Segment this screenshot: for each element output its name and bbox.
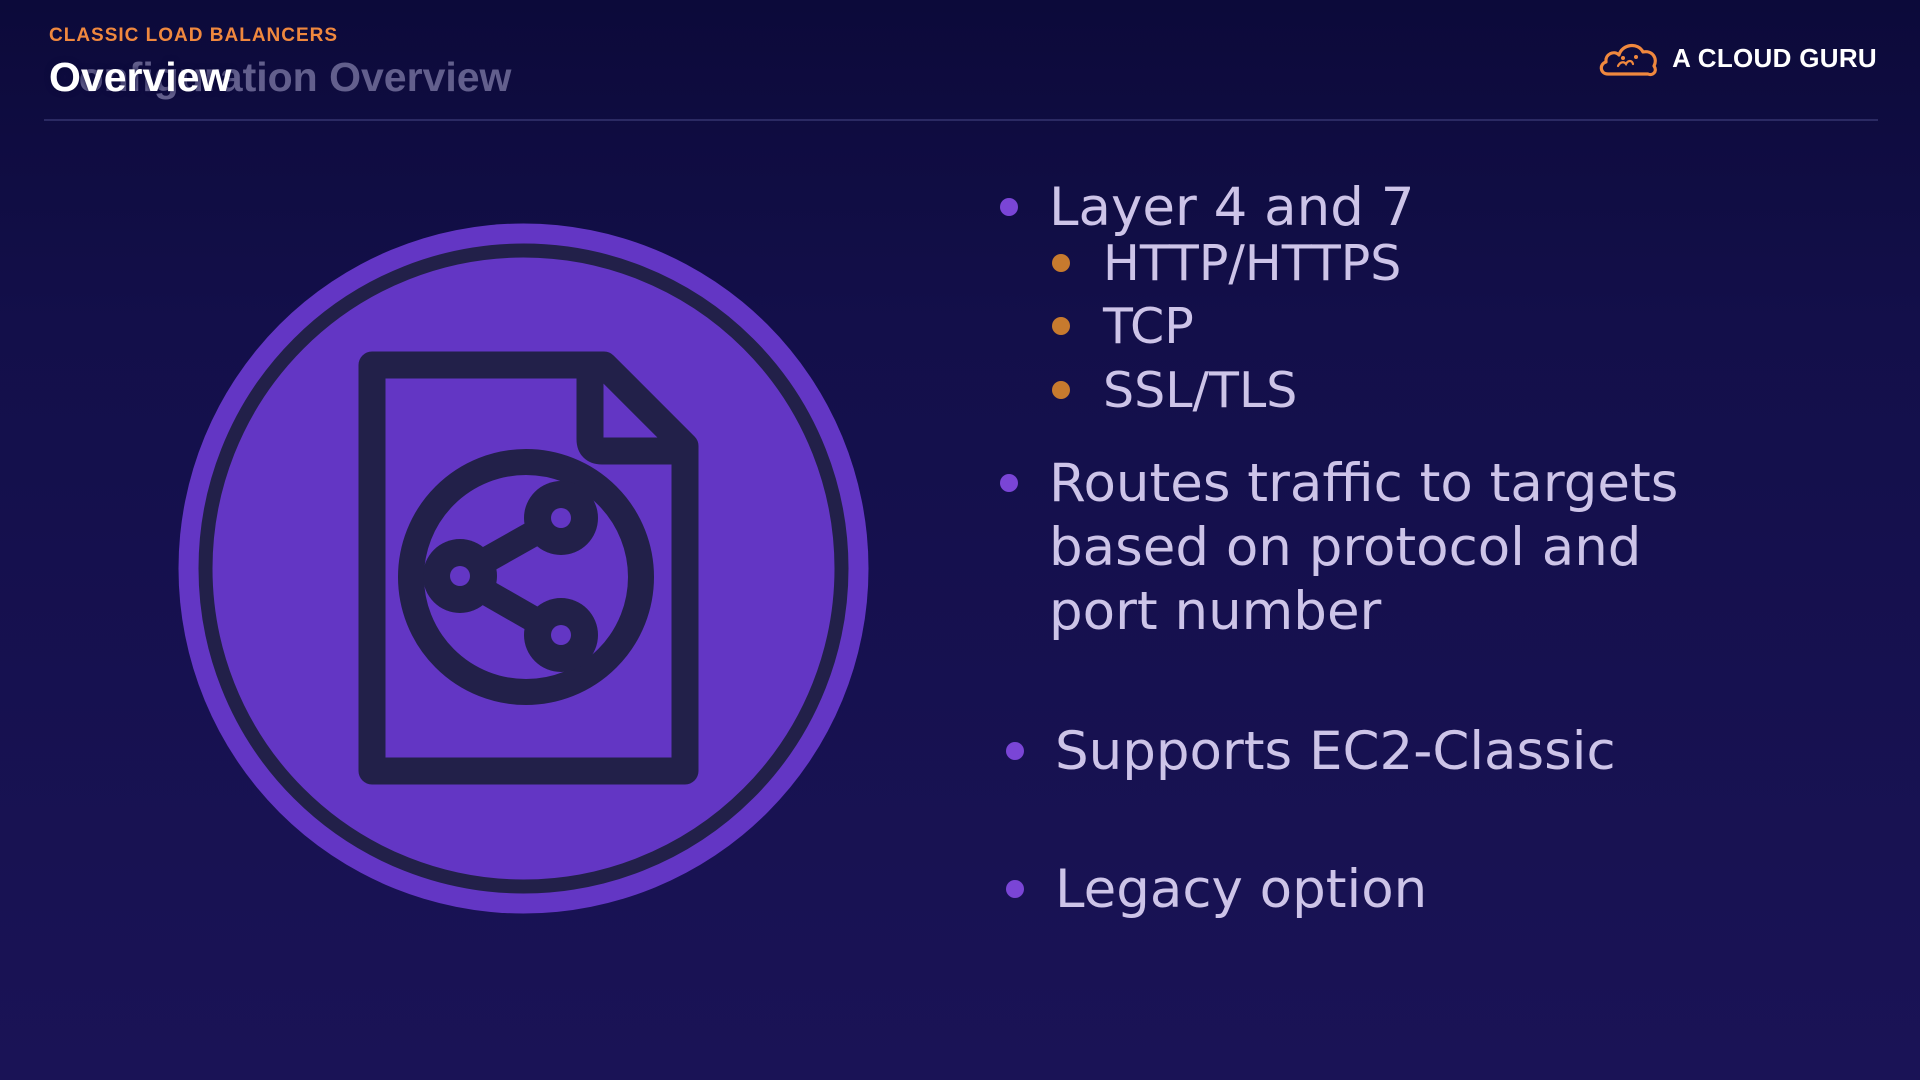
bullet-dot: [1000, 198, 1018, 216]
sub-bullet-dot: [1052, 317, 1070, 335]
bullet-text: Layer 4 and 7: [1049, 177, 1415, 238]
bullet-text-line: based on protocol and: [1049, 517, 1642, 578]
bullet-text: Supports EC2-Classic: [1055, 721, 1616, 782]
sub-bullet-dot: [1052, 381, 1070, 399]
sub-bullet-dot: [1052, 254, 1070, 272]
header-divider: [44, 119, 1878, 121]
page-title: Overview: [49, 54, 232, 100]
bullet-list: Layer 4 and 7 HTTP/HTTPS TCP SSL/TLS Rou…: [1000, 160, 1880, 960]
sub-bullet-http-https: HTTP/HTTPS: [1052, 234, 1401, 294]
sub-bullet-tcp: TCP: [1052, 297, 1194, 357]
sub-bullet-ssl-tls: SSL/TLS: [1052, 361, 1297, 421]
brand: A CLOUD GURU: [1596, 36, 1877, 80]
bullet-dot: [1006, 880, 1024, 898]
bullet-supports-ec2-classic: Supports EC2-Classic: [1006, 720, 1616, 784]
bullet-layer-4-and-7: Layer 4 and 7: [1000, 176, 1414, 240]
sub-bullet-text: SSL/TLS: [1103, 362, 1298, 419]
bullet-routes-traffic: Routes traffic to targets based on proto…: [1000, 452, 1678, 644]
sub-bullet-text: TCP: [1103, 298, 1194, 355]
brand-name: A CLOUD GURU: [1672, 42, 1877, 73]
bullet-text-line: Routes traffic to targets: [1049, 453, 1679, 514]
sub-bullet-text: HTTP/HTTPS: [1103, 235, 1402, 292]
header-kicker: CLASSIC LOAD BALANCERS: [49, 25, 339, 46]
bullet-dot: [1000, 474, 1018, 492]
shared-document-icon: [178, 223, 869, 914]
bullet-legacy-option: Legacy option: [1006, 858, 1427, 922]
cloud-logo-icon: [1599, 44, 1658, 77]
hero-illustration: [176, 221, 871, 916]
bullet-text: Legacy option: [1055, 859, 1428, 920]
header-title-area: Configuration Overview Overview: [49, 54, 649, 106]
bullet-dot: [1006, 742, 1024, 760]
bullet-text-line: port number: [1049, 581, 1382, 642]
bullet-text-block: Routes traffic to targets based on proto…: [1049, 452, 1678, 644]
